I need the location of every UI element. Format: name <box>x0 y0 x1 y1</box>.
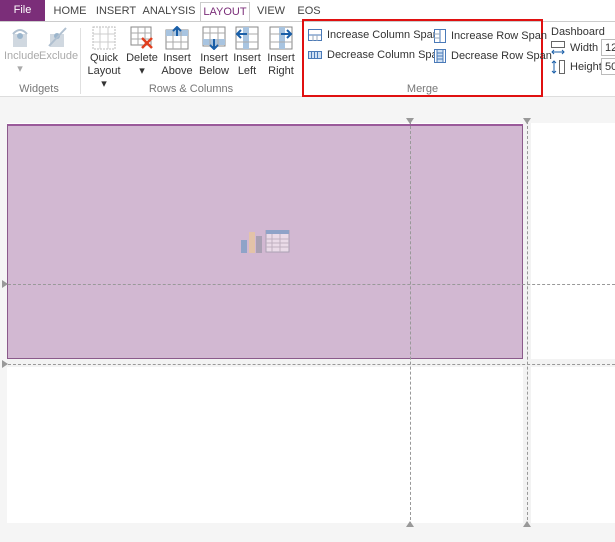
tab-home[interactable]: HOME <box>50 2 90 22</box>
ribbon: Include ▾ Exclude Widgets Quick Layout ▾ D… <box>0 19 615 97</box>
rows-columns-group-label: Rows & Columns <box>148 83 234 95</box>
delete-table-icon <box>130 26 153 49</box>
dashboard-group-label: Dashboard <box>551 26 605 38</box>
merge-group-highlight: Increase Column Span Decrease Column Spa… <box>302 19 552 97</box>
dashboard-widget-placeholder[interactable] <box>7 124 523 359</box>
insert-right-button[interactable]: Insert Right <box>266 26 296 78</box>
width-label: Width <box>551 41 598 55</box>
exclude-icon <box>48 27 67 47</box>
width-icon <box>551 41 565 55</box>
increase-row-span-icon <box>434 29 446 43</box>
decrease-row-span-button[interactable]: Decrease Row Span <box>434 49 552 63</box>
grid-icon <box>92 26 116 50</box>
height-input[interactable]: 50 <box>601 58 615 75</box>
exclude-button[interactable]: Exclude <box>39 26 79 63</box>
insert-right-icon <box>269 26 293 50</box>
insert-left-button[interactable]: Insert Left <box>232 26 262 78</box>
width-input[interactable]: 12 <box>601 39 615 56</box>
tab-file[interactable]: File <box>0 0 45 21</box>
row-guide[interactable] <box>3 364 615 365</box>
merge-group-label: Merge <box>406 83 439 95</box>
include-label: Include <box>4 50 40 62</box>
height-icon <box>551 60 565 74</box>
include-icon <box>12 29 28 47</box>
exclude-label: Exclude <box>39 50 79 62</box>
column-handle-icon[interactable] <box>406 118 414 124</box>
height-label: Height <box>551 60 602 74</box>
increase-column-span-button[interactable]: Increase Column Span <box>308 29 439 41</box>
column-handle-icon[interactable] <box>523 118 531 124</box>
divider <box>80 28 81 94</box>
row-gap <box>7 359 615 367</box>
increase-column-span-icon <box>308 29 322 41</box>
tab-view[interactable]: VIEW <box>254 2 288 22</box>
tab-analysis[interactable]: ANALYSIS <box>142 2 196 22</box>
tab-insert[interactable]: INSERT <box>94 2 138 22</box>
widgets-group-label: Widgets <box>19 83 59 95</box>
column-guide[interactable] <box>527 121 528 525</box>
increase-row-span-button[interactable]: Increase Row Span <box>434 29 547 43</box>
column-guide[interactable] <box>410 121 411 525</box>
row-handle-icon[interactable] <box>2 280 8 288</box>
delete-button[interactable]: Delete ▾ <box>126 26 158 78</box>
tab-layout[interactable]: LAYOUT <box>200 2 250 22</box>
insert-above-icon <box>165 26 189 50</box>
insert-below-icon <box>202 26 226 50</box>
column-handle-icon[interactable] <box>406 521 414 527</box>
chart-table-placeholder-icon <box>241 230 290 253</box>
row-guide[interactable] <box>3 284 615 285</box>
quick-layout-button[interactable]: Quick Layout ▾ <box>86 26 122 91</box>
insert-below-button[interactable]: Insert Below <box>197 26 231 78</box>
include-button[interactable]: Include ▾ <box>4 26 40 76</box>
row-handle-icon[interactable] <box>2 360 8 368</box>
decrease-column-span-icon <box>308 51 322 59</box>
decrease-row-span-icon <box>434 49 446 63</box>
decrease-column-span-button[interactable]: Decrease Column Span <box>308 49 444 61</box>
insert-above-button[interactable]: Insert Above <box>160 26 194 78</box>
insert-left-icon <box>235 26 259 50</box>
column-handle-icon[interactable] <box>523 521 531 527</box>
